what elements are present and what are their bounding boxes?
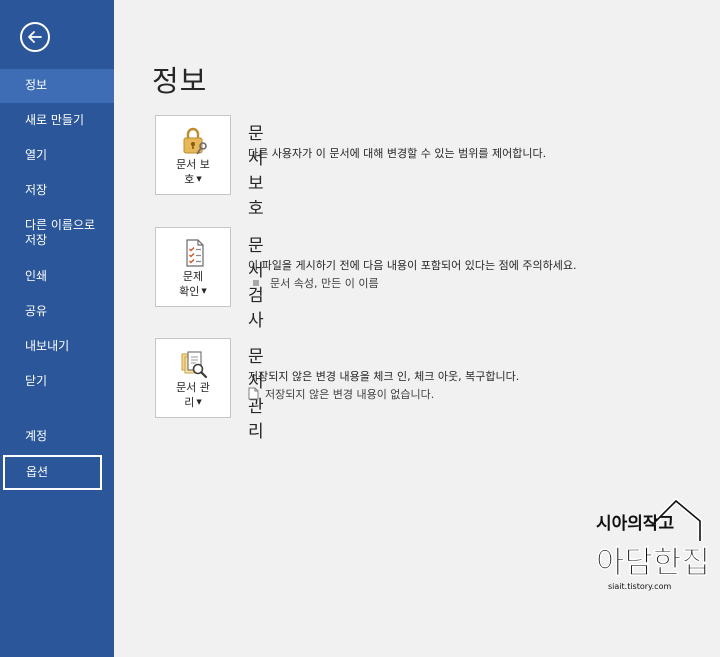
bullet-square-icon xyxy=(253,280,259,286)
inspect-document-sub-item: 문서 속성, 만든 이 이름 xyxy=(253,275,379,291)
nav-item-share[interactable]: 공유 xyxy=(0,295,114,329)
nav-item-info[interactable]: 정보 xyxy=(0,69,114,103)
dropdown-caret-icon: ▼ xyxy=(196,398,202,406)
manage-document-sub-item: 저장되지 않은 변경 내용이 없습니다. xyxy=(248,386,434,402)
checklist-icon xyxy=(186,239,204,267)
nav-item-account[interactable]: 계정 xyxy=(0,420,114,454)
protect-document-button[interactable]: 문서 보 호 ▼ xyxy=(155,115,231,195)
document-search-icon xyxy=(181,351,208,379)
watermark-logo: 시아의작고 아담한집 siait.tistory.com xyxy=(596,497,710,591)
dropdown-caret-icon: ▼ xyxy=(196,175,202,183)
dropdown-caret-icon: ▼ xyxy=(201,287,207,295)
nav-item-open[interactable]: 열기 xyxy=(0,139,114,173)
document-icon xyxy=(248,387,259,400)
nav-item-close[interactable]: 닫기 xyxy=(0,365,114,399)
protect-document-description: 다른 사용자가 이 문서에 대해 변경할 수 있는 범위를 제어합니다. xyxy=(248,147,547,160)
manage-document-description: 저장되지 않은 변경 내용을 체크 인, 체크 아웃, 복구합니다. xyxy=(248,370,520,383)
watermark-url: siait.tistory.com xyxy=(608,582,671,591)
nav-item-options[interactable]: 옵션 xyxy=(3,455,102,490)
nav-item-print[interactable]: 인쇄 xyxy=(0,260,114,294)
protect-document-label: 문서 보 호 ▼ xyxy=(176,158,210,186)
lock-key-icon xyxy=(183,127,207,155)
page-title: 정보 xyxy=(152,64,208,98)
check-for-issues-button[interactable]: 문제 확인 ▼ xyxy=(155,227,231,307)
nav-item-save-as[interactable]: 다른 이름으로 저장 xyxy=(0,212,114,256)
nav-item-new[interactable]: 새로 만들기 xyxy=(0,104,114,138)
back-arrow-icon xyxy=(28,31,42,43)
back-button[interactable] xyxy=(20,22,50,52)
manage-document-button[interactable]: 문서 관 리 ▼ xyxy=(155,338,231,418)
backstage-sidebar: 정보 새로 만들기 열기 저장 다른 이름으로 저장 인쇄 공유 내보내기 닫기… xyxy=(0,0,114,657)
nav-item-save[interactable]: 저장 xyxy=(0,174,114,208)
protect-document-title: 문서 보호 xyxy=(248,124,265,219)
inspect-document-description: 이 파일을 게시하기 전에 다음 내용이 포함되어 있다는 점에 주의하세요. xyxy=(248,259,577,272)
manage-document-label: 문서 관 리 ▼ xyxy=(176,381,210,409)
check-for-issues-label: 문제 확인 ▼ xyxy=(179,270,207,298)
watermark-line2: 아담한집 xyxy=(596,545,710,581)
nav-item-export[interactable]: 내보내기 xyxy=(0,330,114,364)
watermark-line1: 시아의작고 xyxy=(596,514,675,534)
